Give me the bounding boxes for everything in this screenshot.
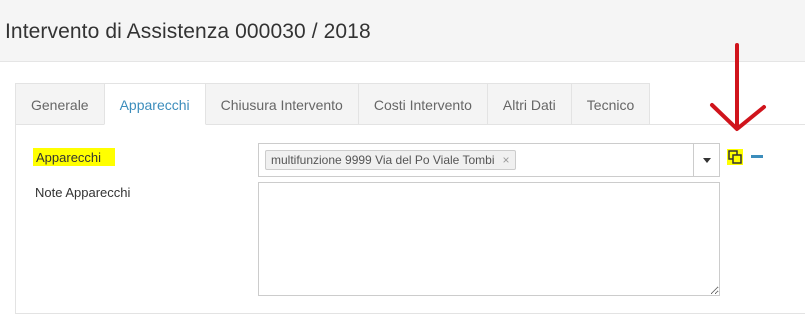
dropdown-toggle-button[interactable]: [693, 144, 719, 176]
selected-apparecchio-text: multifunzione 9999 Via del Po Viale Tomb…: [271, 153, 495, 167]
apparecchi-select[interactable]: multifunzione 9999 Via del Po Viale Tomb…: [258, 143, 720, 177]
tab-tecnico[interactable]: Tecnico: [570, 83, 651, 125]
tab-generale[interactable]: Generale: [15, 83, 105, 125]
tab-chiusura-intervento[interactable]: Chiusura Intervento: [204, 83, 359, 125]
note-apparecchi-textarea[interactable]: [258, 182, 720, 296]
tab-altri-dati[interactable]: Altri Dati: [486, 83, 572, 125]
copy-add-icon[interactable]: [727, 149, 743, 165]
apparecchi-label: Apparecchi: [33, 148, 116, 166]
copy-add-icon-svg: [728, 150, 742, 164]
note-apparecchi-label: Note Apparecchi: [35, 185, 131, 200]
tab-content-apparecchi: Apparecchi multifunzione 9999 Via del Po…: [15, 124, 805, 314]
remove-chip-icon[interactable]: ×: [502, 151, 509, 169]
tab-bar: Generale Apparecchi Chiusura Intervento …: [15, 83, 651, 125]
tab-panel: Generale Apparecchi Chiusura Intervento …: [15, 83, 805, 314]
selected-apparecchio-chip: multifunzione 9999 Via del Po Viale Tomb…: [265, 150, 516, 170]
page-title: Intervento di Assistenza 000030 / 2018: [5, 20, 371, 43]
page-header: Intervento di Assistenza 000030 / 2018: [0, 0, 805, 62]
tab-costi-intervento[interactable]: Costi Intervento: [357, 83, 488, 125]
minus-icon[interactable]: [751, 155, 763, 158]
tab-apparecchi[interactable]: Apparecchi: [103, 83, 206, 125]
red-arrow-annotation: [710, 43, 766, 131]
caret-down-icon: [703, 158, 711, 163]
